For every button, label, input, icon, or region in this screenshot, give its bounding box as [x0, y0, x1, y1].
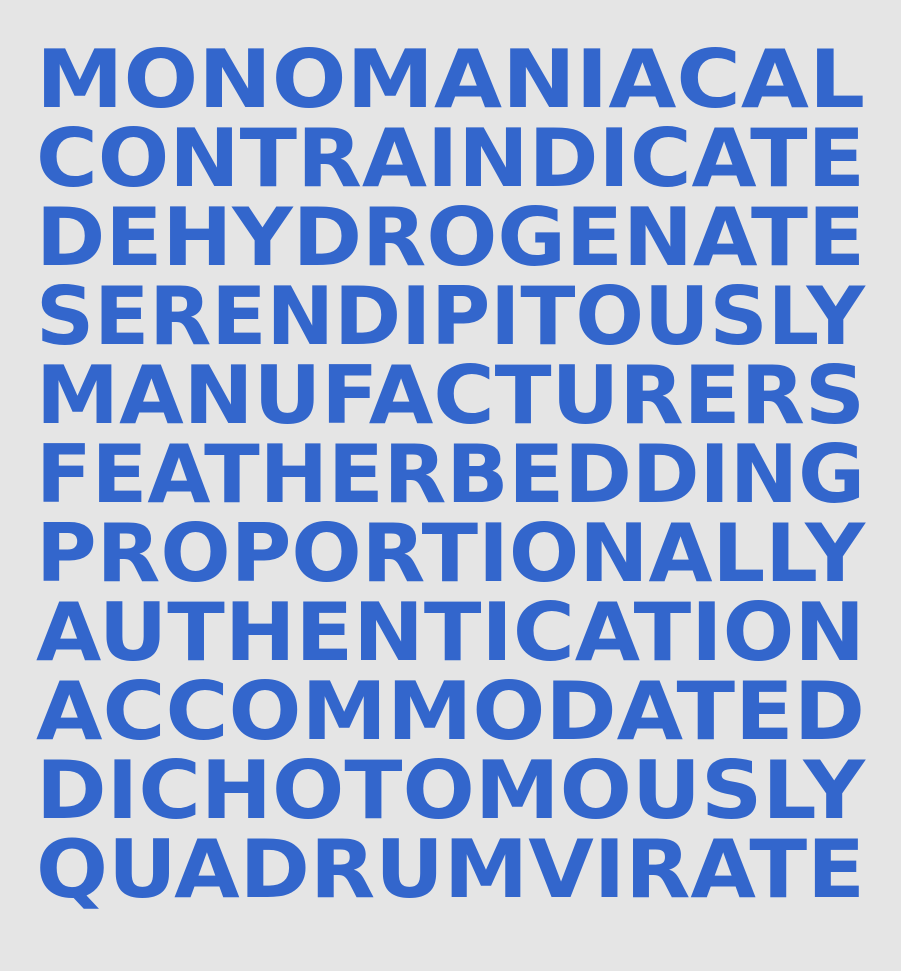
word-line: MONOMANIACAL — [36, 33, 865, 126]
word-line: PROPORTIONALLY — [36, 507, 865, 600]
word-line: DEHYDROGENATE — [36, 191, 865, 284]
word-line: CONTRAINDICATE — [36, 112, 865, 205]
word-line: FEATHERBEDDING — [36, 428, 865, 521]
word-line: MANUFACTURERS — [36, 349, 865, 442]
word-line: SERENDIPITOUSLY — [36, 270, 865, 363]
word-line: DICHOTOMOUSLY — [36, 744, 865, 837]
word-line: ACCOMMODATED — [36, 665, 865, 758]
word-line: QUADRUMVIRATE — [36, 823, 865, 916]
word-line: AUTHENTICATION — [36, 586, 865, 679]
word-poster: MONOMANIACAL CONTRAINDICATE DEHYDROGENAT… — [0, 0, 901, 971]
